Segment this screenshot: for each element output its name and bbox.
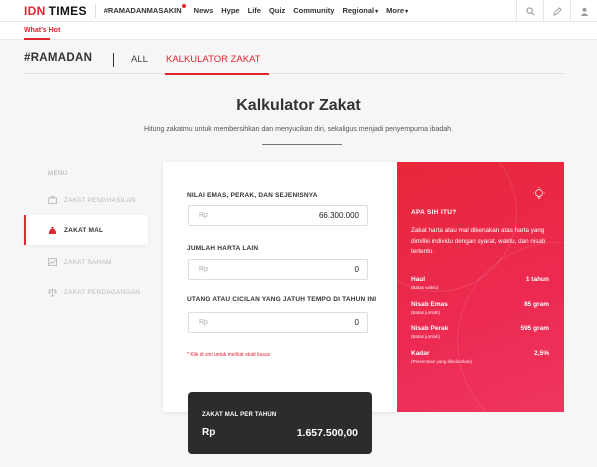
info-row-value: 595 gram bbox=[520, 325, 549, 332]
section-title[interactable]: #RAMADAN bbox=[24, 52, 92, 64]
nav-item-regional[interactable]: Regional▾ bbox=[342, 6, 378, 15]
info-row-sub: (Batas waktu) bbox=[411, 285, 439, 290]
chart-icon bbox=[48, 258, 57, 266]
whats-hot-link[interactable]: What's Hot bbox=[24, 27, 60, 34]
info-row-nisab-perak: Nisab Perak (Batas jumlah) 595 gram bbox=[411, 325, 549, 339]
info-description: Zakat harta atau mal dikenakan atas hart… bbox=[411, 227, 546, 255]
nav-item-quiz[interactable]: Quiz bbox=[269, 6, 285, 15]
case-study-link[interactable]: * Klik di sini untuk melihat studi kasus bbox=[187, 352, 270, 358]
search-button[interactable] bbox=[516, 0, 543, 22]
tab-kalkulator-zakat[interactable]: KALKULATOR ZAKAT bbox=[166, 54, 261, 65]
info-row-kadar: Kadar (Persentase yang dikeluarkan) 2,5% bbox=[411, 350, 549, 364]
account-button[interactable] bbox=[570, 0, 597, 22]
menu-item-label: ZAKAT PERDAGANGAN bbox=[64, 288, 141, 296]
page-title: Kalkulator Zakat bbox=[236, 97, 361, 114]
idn-times-logo[interactable]: IDN TIMES bbox=[0, 4, 87, 18]
menu-item-label: ZAKAT SAHAM bbox=[64, 258, 112, 266]
top-navigation-bar: IDN TIMES #RAMADANMASAKIN News Hype Life… bbox=[0, 0, 597, 22]
input-value: 0 bbox=[354, 318, 359, 327]
info-row-sub: (Batas jumlah) bbox=[411, 334, 441, 339]
result-currency: Rp bbox=[202, 427, 216, 438]
briefcase-icon bbox=[48, 196, 57, 204]
emas-input[interactable]: Rp 66.300.000 bbox=[188, 205, 368, 226]
tab-all[interactable]: ALL bbox=[131, 54, 148, 65]
field-label-emas: NILAI EMAS, PERAK, DAN SEJENISNYA bbox=[187, 192, 318, 199]
nav-item-more[interactable]: More▾ bbox=[386, 6, 408, 15]
section-divider bbox=[113, 53, 114, 67]
nav-divider bbox=[94, 3, 96, 18]
scale-icon bbox=[48, 288, 57, 296]
input-value: 66.300.000 bbox=[318, 211, 359, 220]
whats-hot-underline bbox=[24, 38, 50, 40]
info-panel: APA SIH ITU? Zakat harta atau mal dikena… bbox=[397, 162, 564, 412]
utang-input[interactable]: Rp 0 bbox=[188, 312, 368, 333]
money-bag-icon bbox=[48, 226, 57, 234]
calculator-form-card: NILAI EMAS, PERAK, DAN SEJENISNYA Rp 66.… bbox=[163, 162, 397, 412]
field-label-harta-lain: JUMLAH HARTA LAIN bbox=[187, 245, 259, 252]
result-label: ZAKAT MAL PER TAHUN bbox=[202, 412, 277, 418]
info-row-value: 85 gram bbox=[524, 301, 549, 308]
logo-idn-text: IDN bbox=[24, 3, 46, 18]
info-row-key: Kadar bbox=[411, 350, 430, 357]
info-row-haul: Haul (Batas waktu) 1 tahun bbox=[411, 276, 549, 290]
main-nav: #RAMADANMASAKIN News Hype Life Quiz Comm… bbox=[104, 4, 416, 15]
info-title: APA SIH ITU? bbox=[411, 209, 457, 216]
user-icon bbox=[580, 7, 588, 16]
menu-label: MENU bbox=[48, 171, 68, 177]
field-label-utang: UTANG ATAU CICILAN YANG JATUH TEMPO DI T… bbox=[187, 296, 377, 303]
result-value: 1.657.500,00 bbox=[296, 427, 358, 439]
section-header: #RAMADAN ALL KALKULATOR ZAKAT bbox=[24, 52, 564, 75]
menu-item-label: ZAKAT PENGHASILAN bbox=[64, 196, 136, 204]
chevron-down-icon: ▾ bbox=[375, 9, 379, 15]
chevron-down-icon: ▾ bbox=[405, 9, 409, 15]
logo-times-text: TIMES bbox=[48, 3, 87, 18]
whats-hot-bar: What's Hot bbox=[0, 22, 597, 40]
notification-dot bbox=[181, 4, 186, 8]
info-row-nisab-emas: Nisab Emas (Batas jumlah) 85 gram bbox=[411, 301, 549, 315]
info-row-sub: (Persentase yang dikeluarkan) bbox=[411, 359, 473, 364]
harta-lain-input[interactable]: Rp 0 bbox=[188, 259, 368, 280]
zakat-result-box: ZAKAT MAL PER TAHUN Rp 1.657.500,00 bbox=[188, 392, 372, 454]
info-row-value: 2,5% bbox=[534, 350, 549, 357]
nav-item-life[interactable]: Life bbox=[248, 6, 261, 15]
info-row-value: 1 tahun bbox=[525, 276, 549, 283]
page-subtitle: Hitung zakatmu untuk membersihkan dan me… bbox=[144, 126, 453, 133]
pencil-icon bbox=[552, 6, 562, 16]
title-divider bbox=[262, 144, 342, 145]
input-value: 0 bbox=[354, 265, 359, 274]
header-icon-group bbox=[516, 0, 597, 22]
menu-item-zakat-perdagangan[interactable]: ZAKAT PERDAGANGAN bbox=[24, 277, 148, 307]
search-icon bbox=[525, 6, 534, 15]
menu-item-zakat-saham[interactable]: ZAKAT SAHAM bbox=[24, 247, 148, 277]
write-button[interactable] bbox=[543, 0, 570, 22]
nav-item-hype[interactable]: Hype bbox=[221, 6, 239, 15]
menu-item-zakat-penghasilan[interactable]: ZAKAT PENGHASILAN bbox=[24, 185, 148, 215]
nav-item-ramadanmasakin[interactable]: #RAMADANMASAKIN bbox=[104, 4, 186, 15]
active-tab-underline bbox=[165, 73, 269, 75]
currency-prefix: Rp bbox=[199, 266, 208, 273]
menu-item-zakat-mal[interactable]: ZAKAT MAL bbox=[24, 215, 148, 245]
menu-item-label: ZAKAT MAL bbox=[64, 226, 104, 234]
nav-item-community[interactable]: Community bbox=[293, 6, 334, 15]
lightbulb-icon bbox=[533, 187, 545, 199]
nav-item-news[interactable]: News bbox=[194, 6, 214, 15]
info-row-sub: (Batas jumlah) bbox=[411, 310, 441, 315]
currency-prefix: Rp bbox=[199, 319, 208, 326]
currency-prefix: Rp bbox=[199, 212, 208, 219]
